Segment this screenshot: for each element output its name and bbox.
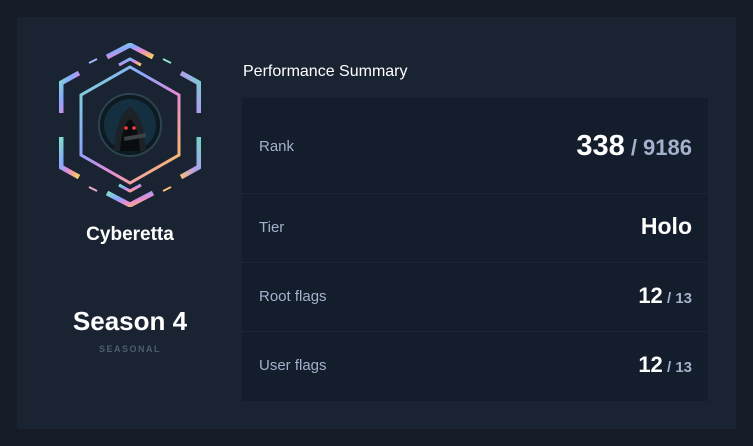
user-flags-owned: 12 (638, 352, 663, 377)
rank-total: 9186 (643, 135, 692, 160)
rank-row: Rank 338 / 9186 (242, 98, 708, 194)
performance-summary-title: Performance Summary (243, 63, 408, 80)
user-flags-row: User flags 12 / 13 (242, 332, 708, 401)
avatar[interactable] (98, 93, 162, 157)
rank-separator: / (624, 135, 644, 160)
season-performance-card: Cyberetta Season 4 SEASONAL Performance … (17, 17, 736, 429)
root-flags-row: Root flags 12 / 13 (242, 263, 708, 332)
season-subtitle: SEASONAL (98, 344, 161, 354)
root-flags-total: 13 (675, 290, 692, 307)
root-flags-value: 12 / 13 (638, 283, 692, 309)
username: Cyberetta (86, 224, 174, 245)
tier-value: Holo (640, 213, 692, 239)
root-flags-owned: 12 (638, 283, 663, 308)
rank-label: Rank (259, 138, 295, 155)
rank-value: 338 / 9186 (576, 130, 692, 163)
tier-row: Tier Holo (242, 194, 708, 263)
profile-section: Cyberetta Season 4 SEASONAL (17, 17, 243, 429)
user-flags-value: 12 / 13 (638, 352, 692, 378)
hooded-figure-icon (100, 95, 160, 155)
season-title: Season 4 (72, 306, 188, 336)
user-flags-label: User flags (259, 357, 327, 374)
rank-number: 338 (576, 130, 625, 162)
performance-summary-panel: Rank 338 / 9186 Tier Holo Root flags 12 … (242, 98, 708, 401)
rank-badge (58, 42, 202, 208)
user-flags-total: 13 (675, 359, 692, 376)
root-flags-separator: / (662, 290, 676, 307)
user-flags-separator: / (662, 359, 676, 376)
root-flags-label: Root flags (259, 288, 327, 305)
tier-label: Tier (259, 219, 285, 236)
